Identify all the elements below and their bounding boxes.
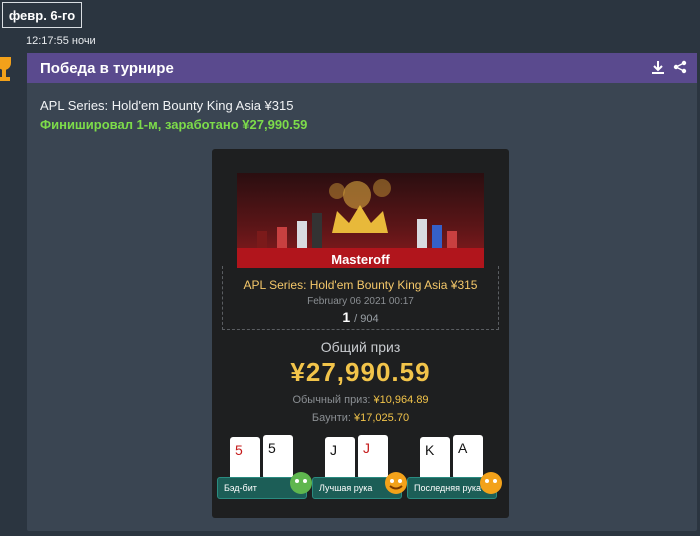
badge-last-hand[interactable]: K A Последняя рука: [407, 435, 502, 505]
badge-best-hand[interactable]: J J Лучшая рука: [312, 435, 407, 505]
date-badge: февр. 6-го: [2, 2, 82, 28]
total-players: / 904: [354, 313, 379, 325]
player-ribbon: Masteroff: [237, 248, 484, 268]
share-icon[interactable]: [673, 60, 687, 74]
prize-label: Общий приз: [320, 339, 401, 355]
emoji-icon: [480, 472, 502, 494]
banner-image: Masteroff: [237, 173, 484, 268]
card-rank: 5: [268, 440, 276, 456]
download-icon[interactable]: [651, 60, 665, 74]
tournament-date: February 06 2021 00:17: [307, 296, 414, 307]
emoji-icon: [290, 472, 312, 494]
trophy-icon: [0, 57, 11, 81]
card-title: Победа в турнире: [40, 59, 174, 77]
tournament-name: APL Series: Hold'em Bounty King Asia ¥31…: [243, 278, 478, 292]
tournament-win-card: Победа в турнире APL Series: Hold'em Bou…: [27, 53, 697, 531]
emoji-icon: [385, 472, 407, 494]
prize-amount: ¥27,990.59: [290, 357, 431, 387]
card-rank: A: [458, 440, 468, 456]
tournament-line: APL Series: Hold'em Bounty King Asia ¥31…: [40, 98, 294, 113]
timestamp: 12:17:55 ночи: [26, 35, 96, 47]
badge-bad-beat[interactable]: 5 5 Бэд-бит: [217, 435, 312, 505]
card-rank: J: [330, 442, 337, 458]
result-line: Финишировал 1-м, заработано ¥27,990.59: [40, 117, 308, 132]
card-header: Победа в турнире: [27, 53, 697, 83]
card-rank: 5: [235, 442, 243, 458]
card-rank: J: [363, 440, 370, 456]
place: 1 / 904: [342, 309, 379, 325]
achievement-panel: Masteroff APL Series: Hold'em Bounty Kin…: [212, 149, 509, 518]
card-rank: K: [425, 442, 435, 458]
regular-prize: Обычный приз: ¥10,964.89: [292, 394, 429, 406]
bounty-prize: Баунти: ¥17,025.70: [311, 412, 410, 424]
